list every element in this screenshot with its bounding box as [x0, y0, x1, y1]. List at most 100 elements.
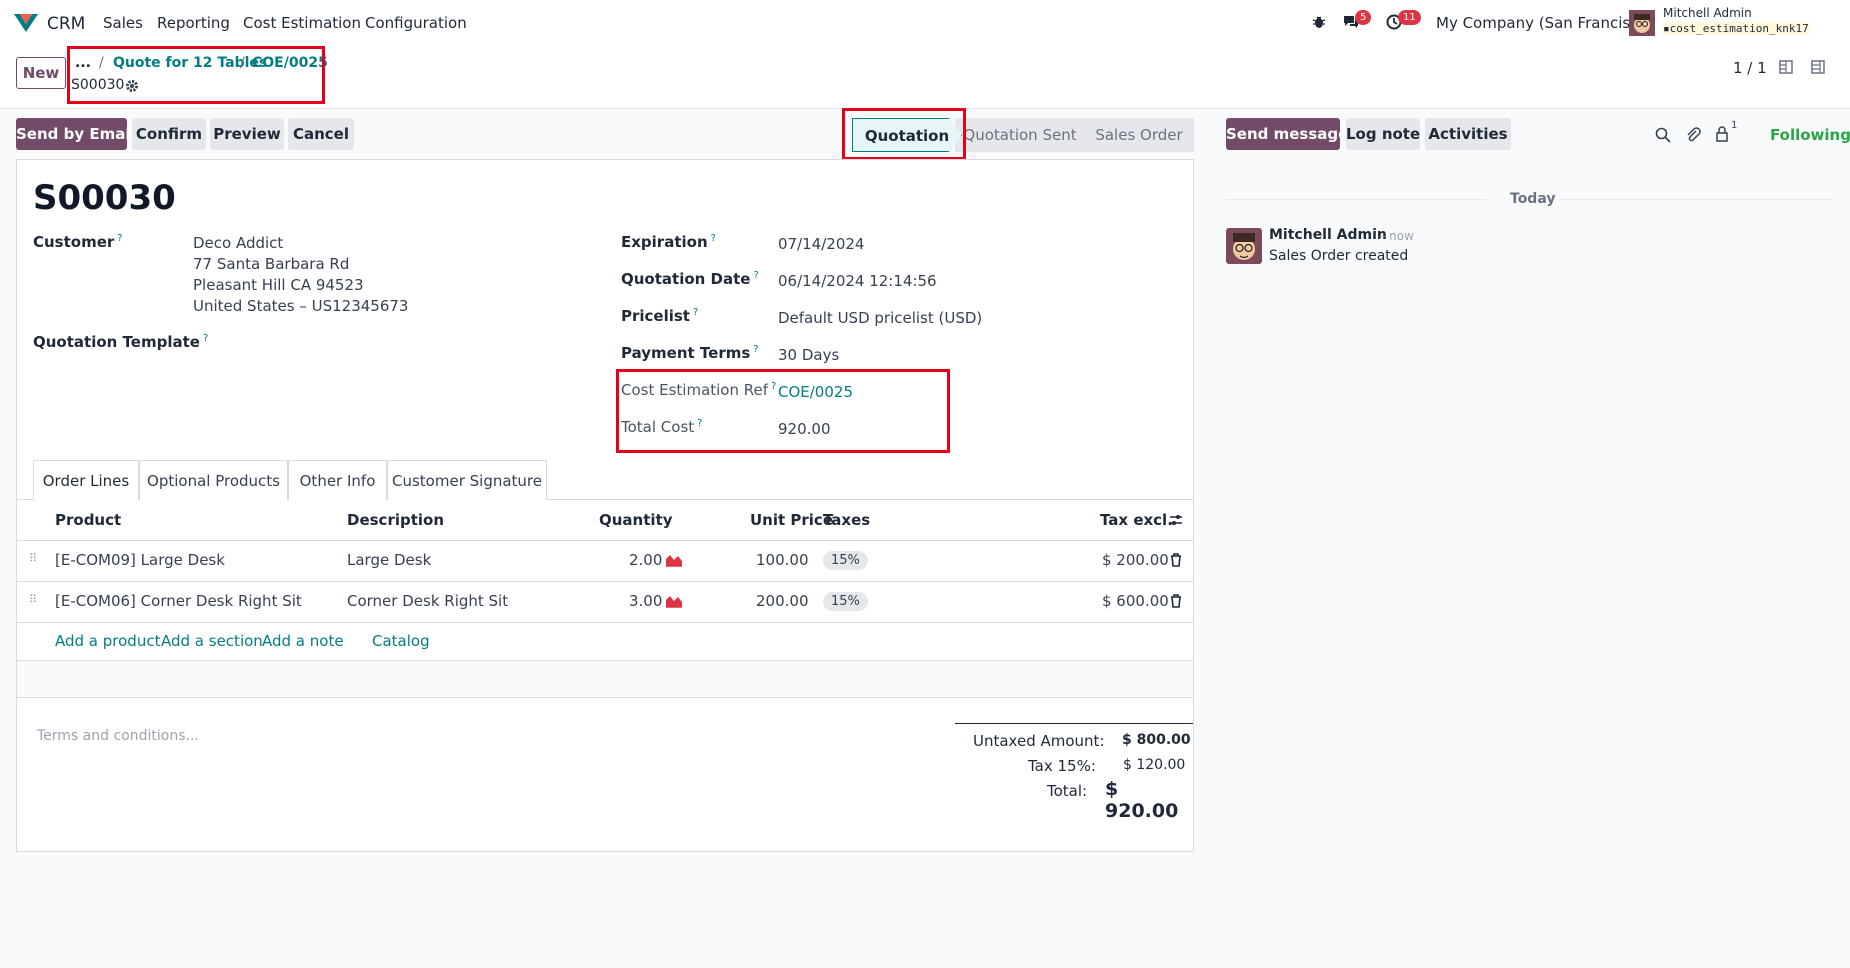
- menu-cost-estimation[interactable]: Cost Estimation: [243, 14, 361, 32]
- send-by-email-button[interactable]: Send by Email: [16, 118, 136, 150]
- pricelist-field[interactable]: Default USD pricelist (USD): [778, 309, 982, 327]
- help-icon[interactable]: ?: [753, 270, 758, 281]
- gear-icon[interactable]: [125, 79, 139, 93]
- row-unit-price[interactable]: 100.00: [756, 551, 809, 569]
- quotation-template-field[interactable]: [193, 330, 583, 354]
- menu-configuration[interactable]: Configuration: [365, 14, 467, 32]
- split-view-icon[interactable]: [1778, 59, 1794, 75]
- pricelist-label-text: Pricelist: [621, 307, 690, 325]
- help-icon[interactable]: ?: [753, 344, 758, 355]
- add-section-link[interactable]: Add a section: [161, 632, 263, 650]
- pager-value[interactable]: 1 / 1: [1733, 59, 1767, 77]
- stage-quotation[interactable]: Quotation: [852, 118, 962, 152]
- row-unit-price[interactable]: 200.00: [756, 592, 809, 610]
- cost-estimation-ref-label: Cost Estimation Ref?: [621, 381, 776, 399]
- database-icon: ▪: [1663, 22, 1670, 35]
- table-row[interactable]: ⠿ [E-COM09] Large Desk Large Desk 2.00 1…: [17, 541, 1193, 581]
- customer-name[interactable]: Deco Addict: [193, 234, 283, 252]
- form-title: S00030: [33, 178, 176, 218]
- cost-estimation-ref-label-text: Cost Estimation Ref: [621, 381, 769, 399]
- crm-app-icon[interactable]: [12, 12, 40, 34]
- activities-button[interactable]: Activities: [1425, 118, 1511, 150]
- cancel-button[interactable]: Cancel: [288, 118, 354, 150]
- row-subtotal: $ 600.00: [1102, 592, 1169, 610]
- new-button[interactable]: New: [16, 57, 66, 89]
- lock-icon[interactable]: [1715, 126, 1729, 142]
- bug-icon[interactable]: [1312, 15, 1326, 29]
- tab-other-info[interactable]: Other Info: [288, 460, 387, 500]
- tab-customer-signature[interactable]: Customer Signature: [387, 460, 547, 500]
- row-description[interactable]: Large Desk: [347, 551, 431, 569]
- tax-label: Tax 15%:: [1028, 757, 1096, 775]
- expiration-field[interactable]: 07/14/2024: [778, 235, 864, 253]
- row-tax-badge[interactable]: 15%: [823, 551, 868, 570]
- terms-and-conditions-field[interactable]: Terms and conditions...: [37, 728, 199, 744]
- breadcrumb-cost-estimation[interactable]: COE/0025: [252, 55, 328, 71]
- quotation-template-label: Quotation Template?: [33, 333, 208, 351]
- total-label: Total:: [1047, 782, 1088, 800]
- control-panel: New ... / Quote for 12 Tables / COE/0025…: [0, 47, 1850, 109]
- message-author[interactable]: Mitchell Admin: [1269, 227, 1387, 243]
- confirm-button[interactable]: Confirm: [132, 118, 206, 150]
- catalog-link[interactable]: Catalog: [372, 632, 430, 650]
- forecast-chart-icon[interactable]: [665, 594, 683, 608]
- company-switcher[interactable]: My Company (San Francisco): [1436, 14, 1653, 32]
- user-name[interactable]: Mitchell Admin: [1663, 6, 1752, 20]
- following-button[interactable]: Following: [1770, 126, 1850, 144]
- trash-icon[interactable]: [1170, 594, 1182, 608]
- preview-button[interactable]: Preview: [210, 118, 284, 150]
- drag-handle-icon[interactable]: ⠿: [29, 593, 37, 606]
- column-tax-excl[interactable]: Tax excl.: [1100, 511, 1173, 529]
- forecast-chart-icon[interactable]: [665, 553, 683, 567]
- help-icon[interactable]: ?: [117, 233, 122, 244]
- help-icon[interactable]: ?: [697, 418, 702, 429]
- trash-icon[interactable]: [1170, 553, 1182, 567]
- breadcrumb-dots[interactable]: ...: [75, 55, 91, 71]
- row-quantity[interactable]: 2.00: [629, 551, 662, 569]
- row-tax-badge[interactable]: 15%: [823, 592, 868, 611]
- stage-sales-order[interactable]: Sales Order: [1070, 118, 1194, 152]
- column-taxes[interactable]: Taxes: [823, 511, 870, 529]
- column-quantity[interactable]: Quantity: [599, 511, 673, 529]
- payment-terms-field[interactable]: 30 Days: [778, 346, 839, 364]
- app-name[interactable]: CRM: [47, 14, 85, 34]
- user-avatar[interactable]: [1629, 10, 1655, 36]
- optional-columns-icon[interactable]: [1168, 512, 1184, 528]
- top-navbar: CRM Sales Reporting Cost Estimation Conf…: [0, 0, 1850, 47]
- message-author-avatar[interactable]: [1226, 228, 1262, 264]
- log-note-button[interactable]: Log note: [1346, 118, 1420, 150]
- layout-icon[interactable]: [1810, 59, 1826, 75]
- help-icon[interactable]: ?: [771, 381, 776, 392]
- row-product[interactable]: [E-COM06] Corner Desk Right Sit: [55, 592, 302, 610]
- quotation-date-field[interactable]: 06/14/2024 12:14:56: [778, 272, 937, 290]
- row-product[interactable]: [E-COM09] Large Desk: [55, 551, 225, 569]
- cost-estimation-ref-link[interactable]: COE/0025: [778, 383, 853, 401]
- paperclip-icon[interactable]: [1685, 126, 1701, 143]
- help-icon[interactable]: ?: [693, 307, 698, 318]
- column-product[interactable]: Product: [55, 511, 121, 529]
- followers-count[interactable]: 1: [1731, 120, 1737, 131]
- row-description[interactable]: Corner Desk Right Sit: [347, 592, 508, 610]
- menu-sales[interactable]: Sales: [103, 14, 143, 32]
- search-icon[interactable]: [1655, 127, 1671, 143]
- avatar-face-icon: [1629, 10, 1655, 36]
- add-note-link[interactable]: Add a note: [262, 632, 344, 650]
- customer-city: Pleasant Hill CA 94523: [193, 276, 364, 294]
- menu-reporting[interactable]: Reporting: [157, 14, 230, 32]
- quotation-template-label-text: Quotation Template: [33, 333, 200, 351]
- tab-optional-products[interactable]: Optional Products: [139, 460, 288, 500]
- customer-label: Customer?: [33, 233, 123, 251]
- drag-handle-icon[interactable]: ⠿: [29, 552, 37, 565]
- tab-order-lines[interactable]: Order Lines: [33, 460, 139, 501]
- column-unit-price[interactable]: Unit Price: [750, 511, 833, 529]
- row-divider: [17, 622, 1193, 623]
- help-icon[interactable]: ?: [711, 233, 716, 244]
- column-description[interactable]: Description: [347, 511, 444, 529]
- expiration-label: Expiration?: [621, 233, 716, 251]
- avatar-face-icon: [1226, 228, 1262, 264]
- add-product-link[interactable]: Add a product: [55, 632, 160, 650]
- send-message-button[interactable]: Send message: [1226, 118, 1348, 150]
- stage-quotation-sent[interactable]: Quotation Sent: [955, 118, 1085, 152]
- table-row[interactable]: ⠿ [E-COM06] Corner Desk Right Sit Corner…: [17, 582, 1193, 622]
- row-quantity[interactable]: 3.00: [629, 592, 662, 610]
